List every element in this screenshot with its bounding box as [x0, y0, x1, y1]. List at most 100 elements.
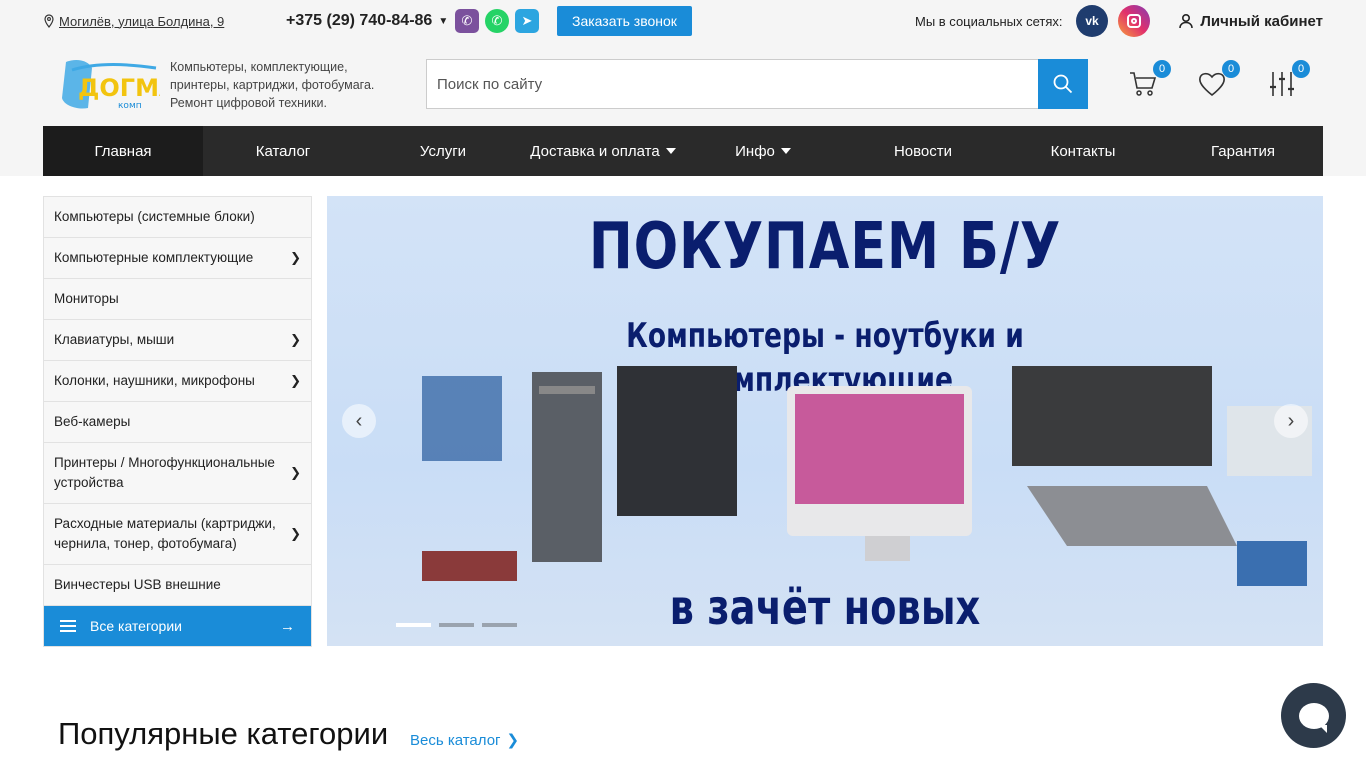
sidebar-item-label: Принтеры / Многофункциональные устройств…: [54, 455, 275, 490]
sidebar-item-consumables[interactable]: Расходные материалы (картриджи, чернила,…: [44, 504, 311, 565]
sidebar-item-monitors[interactable]: Мониторы: [44, 279, 311, 320]
nav-item-label: Инфо: [735, 142, 775, 160]
banner-line2-text: Компьютеры - ноутбуки и: [626, 316, 1024, 356]
location-pin-icon: [44, 14, 54, 28]
favorites-count-badge: 0: [1222, 60, 1240, 78]
favorites-button[interactable]: 0: [1196, 60, 1240, 100]
cart-button[interactable]: 0: [1127, 60, 1171, 100]
sidebar-item-label: Компьютеры (системные блоки): [54, 209, 255, 224]
sidebar-item-label: Винчестеры USB внешние: [54, 577, 221, 592]
account-label: Личный кабинет: [1200, 12, 1323, 30]
slider-dot-3[interactable]: [482, 623, 517, 627]
instagram-icon[interactable]: [1118, 5, 1150, 37]
viber-icon[interactable]: ✆: [455, 9, 479, 33]
chevron-right-icon: ❯: [290, 373, 301, 388]
nav-item-label: Новости: [893, 142, 953, 160]
address-link[interactable]: Могилёв, улица Болдина, 9: [43, 14, 224, 29]
sidebar-item-label: Компьютерные комплектующие: [54, 250, 254, 265]
chat-bubble-icon: [1298, 702, 1329, 733]
menu-icon: [60, 620, 76, 632]
popular-categories-title: Популярные категории: [58, 716, 389, 751]
chevron-right-icon: ❯: [290, 526, 301, 541]
banner-headline: ПОКУПАЕМ Б/У: [588, 210, 1062, 284]
site-tagline: Компьютеры, комплектующие, принтеры, кар…: [170, 60, 375, 110]
heart-icon: [1199, 72, 1225, 97]
nav-item-services[interactable]: Услуги: [363, 126, 523, 176]
caret-down-icon: ▼: [438, 15, 449, 27]
nav-item-label: Главная: [94, 142, 152, 160]
site-header: ДОГМА комп Компьютеры, комплектующие, пр…: [43, 42, 1323, 126]
arrow-right-icon: →: [280, 617, 295, 635]
sidebar-item-components[interactable]: Компьютерные комплектующие ❯: [44, 238, 311, 279]
nav-item-news[interactable]: Новости: [843, 126, 1003, 176]
user-icon: [1179, 13, 1194, 29]
sidebar-item-usb-drives[interactable]: Винчестеры USB внешние: [44, 565, 311, 606]
slider-dot-1[interactable]: [396, 623, 431, 627]
callback-button[interactable]: Заказать звонок: [557, 6, 692, 36]
compare-count-badge: 0: [1292, 60, 1310, 78]
banner-line4: в зачёт новых: [669, 580, 981, 636]
banner-products-image: [422, 366, 1312, 586]
nav-item-catalog[interactable]: Каталог: [203, 126, 363, 176]
slider-next-button[interactable]: ›: [1274, 404, 1308, 438]
sidebar-item-computers[interactable]: Компьютеры (системные блоки): [44, 197, 311, 238]
nav-item-delivery[interactable]: Доставка и оплата: [523, 126, 683, 176]
whatsapp-icon[interactable]: ✆: [485, 9, 509, 33]
nav-item-warranty[interactable]: Гарантия: [1163, 126, 1323, 176]
nav-item-contacts[interactable]: Контакты: [1003, 126, 1163, 176]
site-logo[interactable]: ДОГМА комп: [58, 58, 160, 112]
logo-sub: комп: [118, 101, 142, 111]
nav-item-label: Каталог: [255, 142, 311, 160]
sidebar-item-printers[interactable]: Принтеры / Многофункциональные устройств…: [44, 443, 311, 504]
promo-banner[interactable]: ПОКУПАЕМ Б/У Компьютеры - ноутбуки и ком…: [327, 196, 1323, 646]
top-bar: Могилёв, улица Болдина, 9 +375 (29) 740-…: [43, 0, 1323, 42]
sidebar-item-label: Мониторы: [54, 291, 119, 306]
chevron-right-icon: ❯: [290, 250, 301, 265]
nav-item-label: Доставка и оплата: [530, 142, 660, 160]
main-nav: Главная Каталог Услуги Доставка и оплата…: [43, 126, 1323, 176]
sidebar-item-webcams[interactable]: Веб-камеры: [44, 402, 311, 443]
telegram-icon[interactable]: ➤: [515, 9, 539, 33]
caret-down-icon: [780, 148, 791, 154]
account-link[interactable]: Личный кабинет: [1178, 13, 1323, 30]
compare-button[interactable]: 0: [1266, 60, 1310, 100]
vk-icon[interactable]: vk: [1076, 5, 1108, 37]
nav-item-info[interactable]: Инфо: [683, 126, 843, 176]
sidebar-item-audio[interactable]: Колонки, наушники, микрофоны ❯: [44, 361, 311, 402]
search-input[interactable]: [426, 59, 1038, 109]
slider-dots: [396, 623, 517, 627]
chevron-right-icon: ❯: [290, 465, 301, 480]
chevron-right-icon: ›: [1287, 409, 1295, 432]
all-categories-label: Все категории: [90, 618, 182, 634]
all-categories-button[interactable]: Все категории →: [44, 606, 311, 646]
nav-item-home[interactable]: Главная: [43, 126, 203, 176]
cart-count-badge: 0: [1153, 60, 1171, 78]
nav-item-label: Гарантия: [1211, 142, 1275, 160]
phone-number: +375 (29) 740-84-86: [286, 12, 433, 29]
sidebar-item-label: Клавиатуры, мыши: [54, 332, 175, 347]
slider-prev-button[interactable]: ‹: [342, 404, 376, 438]
social-label: Мы в социальных сетях:: [915, 13, 1063, 29]
compare-sliders-icon: [1270, 72, 1294, 96]
full-catalog-link[interactable]: Весь каталог ❯: [410, 731, 519, 750]
address-text: Могилёв, улица Болдина, 9: [59, 13, 225, 29]
nav-item-label: Контакты: [1050, 142, 1116, 160]
search-bar: [426, 59, 1088, 109]
caret-down-icon: [665, 148, 676, 154]
sidebar-item-keyboards[interactable]: Клавиатуры, мыши ❯: [44, 320, 311, 361]
sidebar-item-label: Расходные материалы (картриджи, чернила,…: [54, 516, 276, 551]
search-icon: [1053, 74, 1073, 94]
category-sidebar: Компьютеры (системные блоки) Компьютерны…: [43, 196, 312, 647]
search-button[interactable]: [1038, 59, 1088, 109]
slider-dot-2[interactable]: [439, 623, 474, 627]
sidebar-item-label: Веб-камеры: [54, 414, 131, 429]
nav-item-label: Услуги: [419, 142, 467, 160]
logo-text: ДОГМА: [78, 74, 160, 102]
full-catalog-label: Весь каталог: [410, 731, 501, 749]
messenger-links: ✆ ✆ ➤: [455, 9, 539, 33]
phone-dropdown[interactable]: +375 (29) 740-84-86 ▼: [286, 12, 448, 30]
chevron-left-icon: ‹: [355, 409, 363, 432]
sidebar-item-label: Колонки, наушники, микрофоны: [54, 373, 255, 388]
instagram-glyph: [1127, 14, 1141, 28]
chat-widget-button[interactable]: [1281, 683, 1346, 748]
